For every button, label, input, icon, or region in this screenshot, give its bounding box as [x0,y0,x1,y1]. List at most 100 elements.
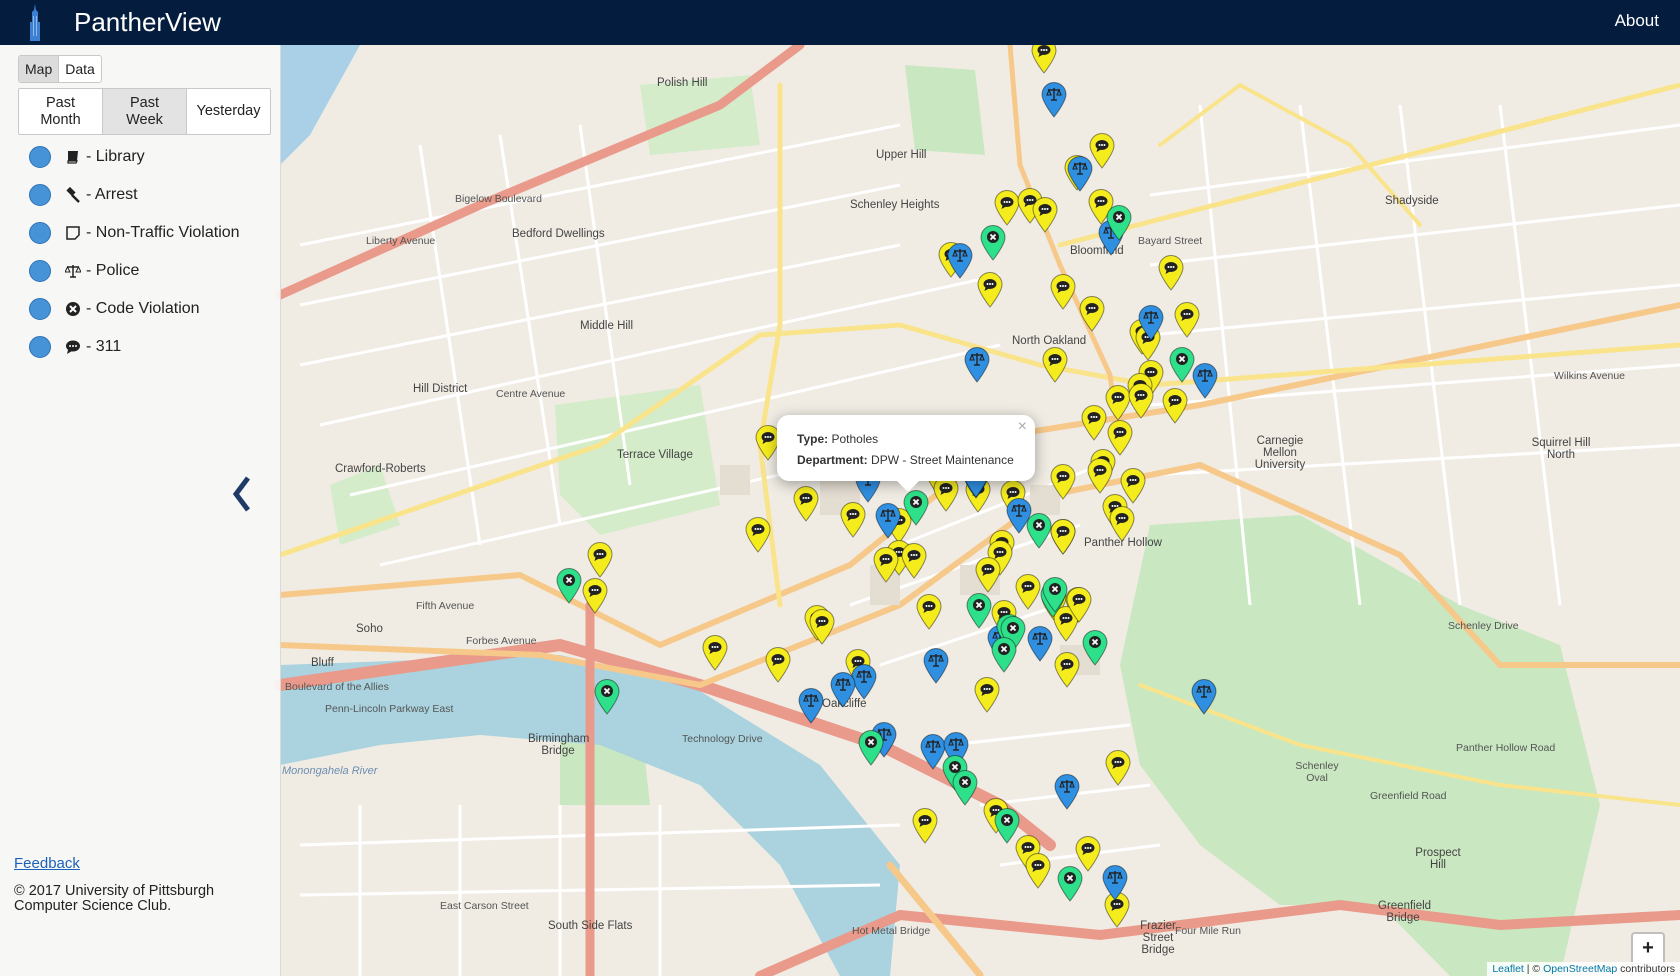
openstreetmap-link[interactable]: OpenStreetMap [1543,963,1617,975]
marker-police[interactable] [1067,156,1093,192]
marker-police[interactable] [1192,363,1218,399]
marker-police[interactable] [947,243,973,279]
marker-code-violation[interactable] [1106,205,1132,241]
collapse-sidebar-chevron-icon[interactable] [230,470,254,518]
map-label: Centre Avenue [496,388,566,400]
tab-map[interactable]: Map [19,56,60,82]
marker-code-violation[interactable] [1169,347,1195,383]
marker-311[interactable] [1042,347,1068,383]
marker-code-violation[interactable] [1026,513,1052,549]
map-label: North Oakland [1012,335,1087,347]
attribution-separator: | © [1523,963,1544,975]
marker-code-violation[interactable] [991,637,1017,673]
marker-311[interactable] [745,517,771,553]
map-label: Terrace Village [617,449,693,461]
toggle-non-traffic-violation[interactable] [29,222,51,244]
marker-311[interactable] [582,578,608,614]
toggle-library[interactable] [29,146,51,168]
toggle-311[interactable] [29,336,51,358]
marker-311[interactable] [873,547,899,583]
marker-police[interactable] [923,648,949,684]
marker-311[interactable] [1105,750,1131,786]
marker-311[interactable] [1050,464,1076,500]
marker-police[interactable] [964,347,990,383]
marker-police[interactable] [830,672,856,708]
marker-code-violation[interactable] [556,568,582,604]
marker-code-violation[interactable] [1057,866,1083,902]
marker-code-violation[interactable] [1082,630,1108,666]
marker-police[interactable] [798,688,824,724]
marker-311[interactable] [587,542,613,578]
marker-311[interactable] [933,476,959,512]
marker-311[interactable] [702,635,728,671]
marker-police[interactable] [875,503,901,539]
map-label: Monongahela River [282,765,378,777]
legend-row-code-violation: - Code Violation [29,290,240,328]
time-range-selector: Past Month Past Week Yesterday [18,88,271,135]
popup-department-label: Department: [797,453,868,467]
map-label: Panther Hollow Road [1456,742,1556,754]
marker-police[interactable] [1054,774,1080,810]
marker-311[interactable] [809,609,835,645]
map-label: Technology Drive [682,733,763,745]
marker-311[interactable] [765,647,791,683]
marker-311[interactable] [1031,45,1057,74]
map-label: Hill District [413,383,468,395]
marker-police[interactable] [1102,865,1128,901]
marker-police[interactable] [1027,626,1053,662]
about-link[interactable]: About [1615,11,1659,31]
marker-311[interactable] [1162,388,1188,424]
marker-311[interactable] [916,594,942,630]
sidebar: Map Data Past Month Past Week Yesterday … [0,45,281,976]
marker-311[interactable] [1050,519,1076,555]
toggle-code-violation[interactable] [29,298,51,320]
toggle-police[interactable] [29,260,51,282]
map-label: Prospect Hill [1415,847,1461,871]
marker-311[interactable] [912,808,938,844]
legend-row-arrest: - Arrest [29,176,240,214]
marker-311[interactable] [974,677,1000,713]
marker-311[interactable] [1109,506,1135,542]
toggle-arrest[interactable] [29,184,51,206]
popup-type-value: Potholes [831,432,879,446]
marker-311[interactable] [1174,302,1200,338]
marker-311[interactable] [840,502,866,538]
tab-data[interactable]: Data [59,56,101,82]
range-past-month-button[interactable]: Past Month [19,89,103,134]
marker-police[interactable] [1041,82,1067,118]
marker-code-violation[interactable] [994,808,1020,844]
marker-police[interactable] [1191,679,1217,715]
marker-311[interactable] [1158,255,1184,291]
marker-code-violation[interactable] [966,593,992,629]
feedback-link[interactable]: Feedback [14,855,80,872]
range-yesterday-button[interactable]: Yesterday [187,89,270,134]
leaflet-link[interactable]: Leaflet [1492,963,1524,975]
marker-code-violation[interactable] [1042,577,1068,613]
marker-police[interactable] [1138,305,1164,341]
popup-close-button[interactable]: × [1018,418,1027,436]
marker-code-violation[interactable] [903,490,929,526]
marker-311[interactable] [1081,405,1107,441]
marker-311[interactable] [1079,296,1105,332]
range-past-week-button[interactable]: Past Week [103,89,187,134]
marker-code-violation[interactable] [980,225,1006,261]
marker-code-violation[interactable] [952,770,978,806]
zoom-in-button[interactable]: + [1633,934,1663,964]
marker-code-violation[interactable] [858,730,884,766]
map-label: Middle Hill [580,320,634,332]
marker-311[interactable] [1128,383,1154,419]
marker-311[interactable] [1050,274,1076,310]
map-label: Liberty Avenue [366,235,436,247]
marker-311[interactable] [793,486,819,522]
marker-311[interactable] [1015,574,1041,610]
marker-311[interactable] [1025,853,1051,889]
marker-311[interactable] [1066,587,1092,623]
app-title[interactable]: PantherView [74,5,221,39]
marker-311[interactable] [1032,197,1058,233]
marker-311[interactable] [1087,458,1113,494]
marker-311[interactable] [901,543,927,579]
marker-311[interactable] [1054,652,1080,688]
marker-311[interactable] [977,272,1003,308]
marker-code-violation[interactable] [594,679,620,715]
marker-311[interactable] [975,557,1001,593]
